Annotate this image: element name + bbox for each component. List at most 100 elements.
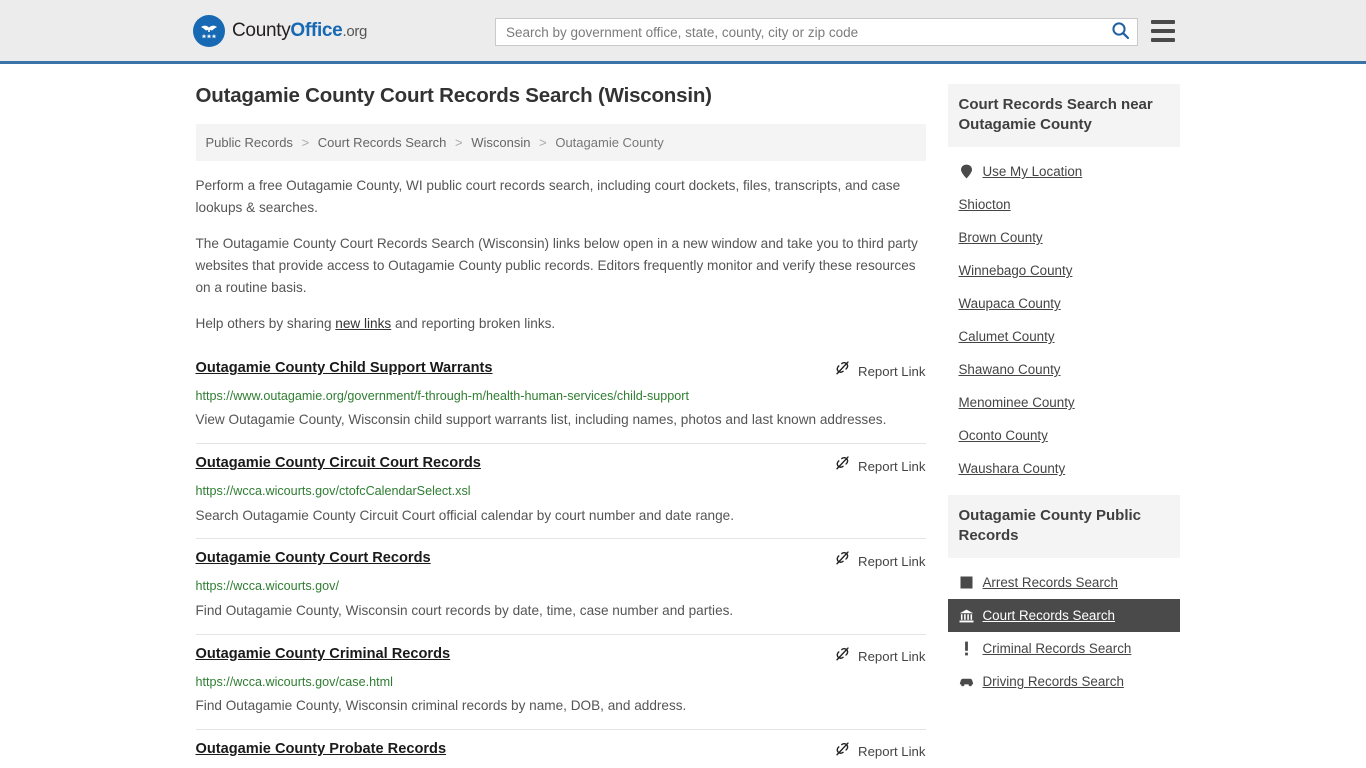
sidebar-item-menominee-county[interactable]: Menominee County xyxy=(948,386,1180,419)
list-item: Calumet County xyxy=(948,320,1180,353)
sidebar-item-brown-county[interactable]: Brown County xyxy=(948,221,1180,254)
list-item: Use My Location xyxy=(948,155,1180,188)
report-link-label: Report Link xyxy=(858,363,926,379)
sidebar-item-use-my-location[interactable]: Use My Location xyxy=(948,155,1180,188)
sidebar-item-label: Use My Location xyxy=(982,164,1083,180)
sidebar-item-shawano-county[interactable]: Shawano County xyxy=(948,353,1180,386)
list-item: Waupaca County xyxy=(948,287,1180,320)
sidebar-item-label: Winnebago County xyxy=(958,263,1073,279)
broken-link-icon xyxy=(834,646,851,668)
breadcrumb-item-public-records[interactable]: Public Records xyxy=(206,135,293,150)
breadcrumb-item-court-records-search[interactable]: Court Records Search xyxy=(318,135,447,150)
hamburger-bar xyxy=(1151,29,1175,33)
list-item: Winnebago County xyxy=(948,254,1180,287)
report-link-label: Report Link xyxy=(858,744,926,760)
breadcrumb-item-outagamie-county: Outagamie County xyxy=(555,135,664,150)
list-item: Arrest Records Search xyxy=(948,566,1180,599)
report-link-button[interactable]: Report Link xyxy=(834,454,926,477)
result-description: Find Outagamie County, Wisconsin court r… xyxy=(195,602,734,618)
list-item: Criminal Records Search xyxy=(948,632,1180,665)
sidebar-item-court-records-search[interactable]: Court Records Search xyxy=(947,599,1180,633)
report-link-button[interactable]: Report Link xyxy=(834,740,926,763)
new-links-link[interactable]: new links xyxy=(335,316,391,331)
result-item: Outagamie County Court Records Report Li… xyxy=(195,539,926,635)
square-icon xyxy=(959,575,974,590)
list-item: Driving Records Search xyxy=(948,665,1180,698)
result-title-link[interactable]: Outagamie County Circuit Court Records xyxy=(196,454,481,473)
logo-tld: .org xyxy=(342,22,368,40)
sidebar-item-winnebago-county[interactable]: Winnebago County xyxy=(948,254,1180,287)
sidebar-item-driving-records-search[interactable]: Driving Records Search xyxy=(948,665,1180,698)
sidebar-item-waupaca-county[interactable]: Waupaca County xyxy=(948,287,1180,320)
report-link-button[interactable]: Report Link xyxy=(834,645,926,668)
list-item: Menominee County xyxy=(948,386,1180,419)
result-title-link[interactable]: Outagamie County Child Support Warrants xyxy=(196,359,493,378)
result-item: Outagamie County Criminal Records Report… xyxy=(195,635,926,730)
sidebar-nearby-list: Use My Location Shiocton Brown County Wi… xyxy=(948,147,1180,485)
list-item: Oconto County xyxy=(948,419,1180,452)
site-header: CountyOffice.org xyxy=(0,0,1366,64)
sidebar-item-label: Court Records Search xyxy=(982,608,1115,624)
result-item: Outagamie County Probate Records Report … xyxy=(196,730,926,768)
sidebar-public-records-heading: Outagamie County Public Records xyxy=(947,495,1180,559)
breadcrumb: Public Records > Court Records Search > … xyxy=(195,124,926,161)
result-title-link[interactable]: Outagamie County Probate Records xyxy=(196,740,447,759)
report-link-label: Report Link xyxy=(858,458,926,474)
report-link-label: Report Link xyxy=(858,553,926,569)
hamburger-bar xyxy=(1151,38,1175,42)
result-description: View Outagamie County, Wisconsin child s… xyxy=(195,412,887,428)
sidebar-item-label: Shiocton xyxy=(958,197,1011,213)
site-logo[interactable]: CountyOffice.org xyxy=(193,14,367,47)
report-link-button[interactable]: Report Link xyxy=(834,549,926,572)
intro-paragraph-1: Perform a free Outagamie County, WI publ… xyxy=(195,178,901,216)
search-bar[interactable] xyxy=(495,18,1138,46)
sidebar-item-label: Calumet County xyxy=(958,329,1055,345)
result-url[interactable]: https://wcca.wicourts.gov/ xyxy=(196,578,926,594)
sidebar-item-label: Brown County xyxy=(958,230,1043,246)
sidebar-item-oconto-county[interactable]: Oconto County xyxy=(948,419,1180,452)
result-url[interactable]: https://wcca.wicourts.gov/case.html xyxy=(196,674,926,690)
exclamation-icon xyxy=(959,641,974,656)
logo-word-office: Office xyxy=(290,19,343,41)
intro-p3-before: Help others by sharing xyxy=(195,316,336,332)
sidebar-item-label: Oconto County xyxy=(958,428,1048,444)
sidebar-nearby-section: Court Records Search near Outagamie Coun… xyxy=(947,84,1180,485)
sidebar-item-calumet-county[interactable]: Calumet County xyxy=(948,320,1180,353)
logo-wordmark: CountyOffice.org xyxy=(232,20,367,42)
sidebar-item-arrest-records-search[interactable]: Arrest Records Search xyxy=(948,566,1180,599)
hamburger-menu-icon[interactable] xyxy=(1151,20,1175,42)
results-list: Outagamie County Child Support Warrants … xyxy=(195,349,926,768)
list-item: Shawano County xyxy=(948,353,1180,386)
sidebar: Court Records Search near Outagamie Coun… xyxy=(947,84,1180,768)
search-button[interactable] xyxy=(1103,19,1137,45)
broken-link-icon xyxy=(834,455,851,477)
eagle-shield-logo-icon xyxy=(193,14,225,47)
breadcrumb-item-wisconsin[interactable]: Wisconsin xyxy=(471,135,530,150)
intro-paragraph-3: Help others by sharing new links and rep… xyxy=(196,313,926,335)
search-icon xyxy=(1111,21,1130,43)
sidebar-public-records-list: Arrest Records Search Court Records Sear… xyxy=(947,558,1180,698)
sidebar-item-label: Arrest Records Search xyxy=(982,575,1118,591)
main-content: Outagamie County Court Records Search (W… xyxy=(195,84,926,768)
result-url[interactable]: https://www.outagamie.org/government/f-t… xyxy=(196,388,926,404)
result-title-link[interactable]: Outagamie County Criminal Records xyxy=(196,645,451,664)
sidebar-item-waushara-county[interactable]: Waushara County xyxy=(948,452,1180,485)
sidebar-item-label: Shawano County xyxy=(958,362,1061,378)
intro-section: Perform a free Outagamie County, WI publ… xyxy=(196,175,926,335)
result-title-link[interactable]: Outagamie County Court Records xyxy=(196,549,431,568)
sidebar-item-criminal-records-search[interactable]: Criminal Records Search xyxy=(948,632,1180,665)
sidebar-item-label: Waushara County xyxy=(958,461,1066,477)
broken-link-icon xyxy=(834,360,851,382)
list-item: Court Records Search xyxy=(947,599,1180,633)
sidebar-item-label: Criminal Records Search xyxy=(982,641,1132,657)
result-description: Find Outagamie County, Wisconsin crimina… xyxy=(195,698,687,714)
broken-link-icon xyxy=(834,550,851,572)
sidebar-item-label: Driving Records Search xyxy=(982,674,1124,690)
sidebar-item-shiocton[interactable]: Shiocton xyxy=(948,188,1180,221)
breadcrumb-separator: > xyxy=(301,135,310,150)
hamburger-bar xyxy=(1151,20,1175,24)
result-url[interactable]: https://wcca.wicourts.gov/ctofcCalendarS… xyxy=(196,483,926,499)
bank-building-icon xyxy=(959,608,974,623)
report-link-button[interactable]: Report Link xyxy=(834,359,926,382)
search-input[interactable] xyxy=(496,19,1103,45)
